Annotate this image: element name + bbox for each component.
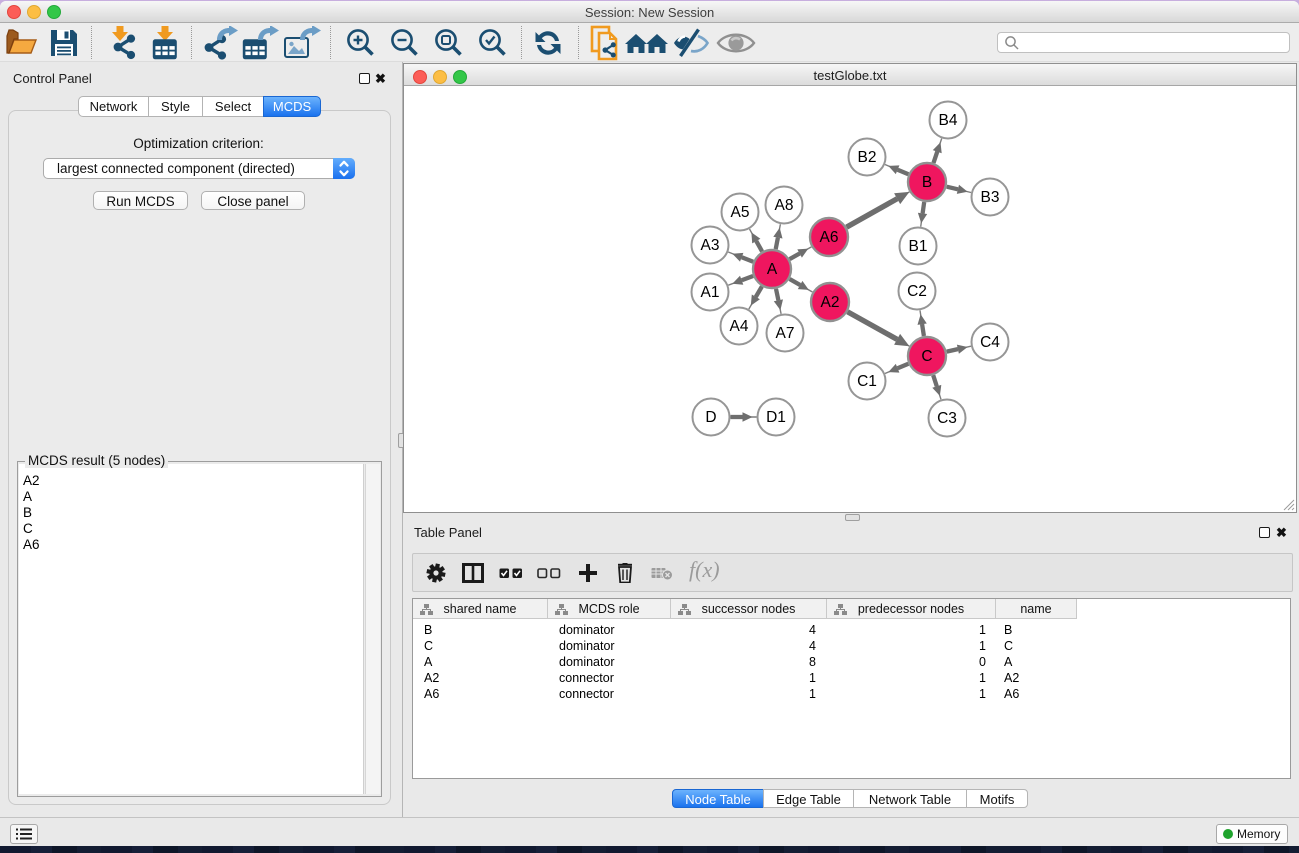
svg-text:B4: B4 [939,112,958,129]
svg-text:B3: B3 [981,189,1000,206]
svg-text:D1: D1 [766,409,786,426]
svg-text:A2: A2 [821,294,840,311]
svg-text:D: D [705,409,716,426]
svg-text:A: A [767,261,778,278]
svg-text:A5: A5 [731,204,750,221]
svg-text:A3: A3 [701,237,720,254]
svg-text:C2: C2 [907,283,927,300]
svg-text:C4: C4 [980,334,1000,351]
svg-text:B: B [922,174,932,191]
svg-text:B2: B2 [858,149,877,166]
svg-text:C3: C3 [937,410,957,427]
svg-text:A8: A8 [775,197,794,214]
svg-text:A7: A7 [776,325,795,342]
svg-text:C1: C1 [857,373,877,390]
svg-text:C: C [921,348,932,365]
svg-text:A6: A6 [820,229,839,246]
svg-text:A1: A1 [701,284,720,301]
svg-text:B1: B1 [909,238,928,255]
svg-text:A4: A4 [730,318,749,335]
